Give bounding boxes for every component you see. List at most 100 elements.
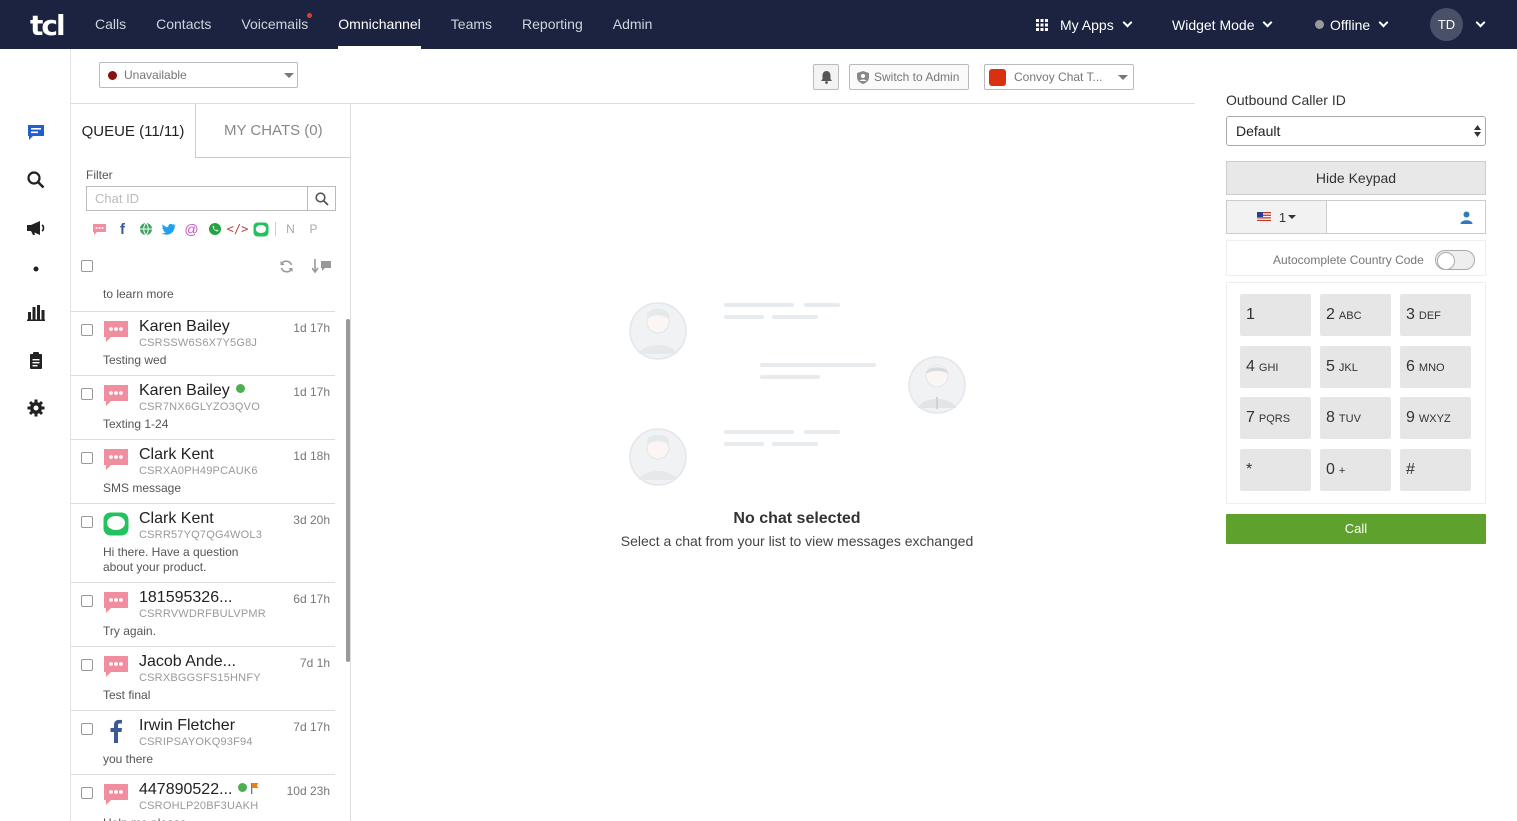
key-letters: WXYZ: [1418, 413, 1451, 425]
list-item[interactable]: Karen Bailey CSRSSW6S6X7Y5G8J Testing wed 1…: [71, 312, 335, 376]
nav-admin[interactable]: Admin: [598, 0, 668, 49]
row-checkbox[interactable]: [81, 659, 93, 671]
caller-id-select[interactable]: Default: [1226, 116, 1486, 146]
last-message: Testing wed: [103, 353, 167, 367]
row-checkbox[interactable]: [81, 452, 93, 464]
app-logo[interactable]: tcl: [30, 9, 66, 42]
key-1[interactable]: 1: [1240, 294, 1311, 336]
twitter-filter-icon[interactable]: [160, 223, 177, 236]
chat-id: CSRR57YQ7QG4WOL3: [139, 529, 263, 541]
dot-icon[interactable]: [26, 259, 46, 279]
empty-state-subtitle: Select a chat from your list to view mes…: [620, 533, 974, 549]
widget-mode-menu[interactable]: Widget Mode: [1172, 0, 1273, 49]
presence-menu[interactable]: Offline: [1315, 0, 1389, 49]
line-filter-icon[interactable]: [252, 222, 269, 237]
dial-keypad: 1 2 ABC 3 DEF 4 GHI 5 JKL 6 MNO 7 PQRS 8 TUV 9 WXYZ * 0 + #: [1226, 282, 1486, 504]
gear-icon[interactable]: [26, 398, 46, 418]
last-message: you there: [103, 752, 154, 766]
list-item[interactable]: 447890522... CSROHLP20BF3UAKH Help me plea…: [71, 775, 335, 821]
chat-id-input[interactable]: Chat ID: [86, 186, 307, 211]
country-code-select[interactable]: 1: [1227, 201, 1327, 233]
nav-teams[interactable]: Teams: [436, 0, 507, 49]
row-checkbox[interactable]: [81, 787, 93, 799]
chat-age: 7d 17h: [293, 720, 330, 734]
chevron-down-icon: [1475, 17, 1486, 28]
key-7[interactable]: 7 PQRS: [1240, 397, 1311, 439]
key-9[interactable]: 9 WXYZ: [1400, 397, 1471, 439]
web-filter-icon[interactable]: [137, 222, 154, 236]
notifications-button[interactable]: [813, 64, 839, 90]
key-star[interactable]: *: [1240, 449, 1311, 491]
bar-chart-icon[interactable]: [26, 302, 46, 322]
clipboard-icon[interactable]: [26, 350, 46, 370]
chat-icon[interactable]: [26, 122, 46, 142]
row-checkbox[interactable]: [81, 324, 93, 336]
p-filter-icon[interactable]: P: [305, 222, 322, 236]
contact-icon[interactable]: [1460, 211, 1473, 224]
select-all-checkbox[interactable]: [81, 260, 93, 272]
inbox-value: Convoy Chat T...: [1014, 70, 1103, 84]
list-item[interactable]: Jacob Ande... CSRXBGGSFS15HNFY Test final 7…: [71, 647, 335, 711]
nav-voicemails-label: Voicemails: [241, 16, 309, 32]
list-item[interactable]: Karen Bailey CSR7NX6GLYZO3QVO Texting 1-24…: [71, 376, 335, 440]
facebook-icon: [103, 719, 129, 743]
search-icon: [314, 191, 329, 206]
key-digit: 6: [1406, 358, 1415, 375]
row-checkbox[interactable]: [81, 516, 93, 528]
key-4[interactable]: 4 GHI: [1240, 346, 1311, 388]
us-flag-icon: [1256, 212, 1271, 222]
code-filter-icon[interactable]: </>: [227, 222, 249, 236]
key-2[interactable]: 2 ABC: [1320, 294, 1391, 336]
whatsapp-filter-icon[interactable]: [206, 222, 223, 236]
user-menu[interactable]: TD: [1430, 0, 1486, 49]
switch-to-admin-button[interactable]: Switch to Admin: [849, 64, 969, 90]
key-8[interactable]: 8 TUV: [1320, 397, 1391, 439]
refresh-icon[interactable]: [279, 259, 294, 279]
email-filter-icon[interactable]: @: [183, 221, 200, 237]
inbox-select[interactable]: Convoy Chat T...: [984, 64, 1134, 90]
contact-name: Clark Kent: [139, 510, 214, 527]
key-0[interactable]: 0 +: [1320, 449, 1391, 491]
call-button[interactable]: Call: [1226, 514, 1486, 544]
key-5[interactable]: 5 JKL: [1320, 346, 1391, 388]
chat-list-scrollbar[interactable]: [346, 319, 350, 662]
autocomplete-toggle[interactable]: [1435, 250, 1475, 270]
agent-status-select[interactable]: Unavailable: [99, 62, 298, 88]
tab-queue[interactable]: QUEUE (11/11): [71, 104, 196, 158]
sms-icon: [103, 384, 129, 408]
list-item[interactable]: Clark Kent CSRXA0PH49PCAUK6 SMS message 1d …: [71, 440, 335, 504]
facebook-filter-icon[interactable]: f: [114, 221, 131, 238]
key-hash[interactable]: #: [1400, 449, 1471, 491]
nav-voicemails[interactable]: Voicemails: [226, 0, 323, 49]
phone-number-input[interactable]: [1328, 201, 1460, 233]
last-message: Try again.: [103, 624, 156, 638]
row-checkbox[interactable]: [81, 388, 93, 400]
nav-omnichannel[interactable]: Omnichannel: [323, 0, 436, 49]
nav-contacts[interactable]: Contacts: [141, 0, 226, 49]
megaphone-icon[interactable]: [26, 218, 46, 238]
row-checkbox[interactable]: [81, 723, 93, 735]
list-item[interactable]: 181595326... CSRRVWDRFBULVPMR Try again. 6d…: [71, 583, 335, 647]
my-apps-menu[interactable]: My Apps: [1036, 0, 1133, 49]
main-nav: Calls Contacts Voicemails Omnichannel Te…: [80, 0, 667, 49]
key-digit: 9: [1406, 409, 1415, 426]
filter-search-button[interactable]: [307, 186, 336, 211]
row-checkbox[interactable]: [81, 595, 93, 607]
key-3[interactable]: 3 DEF: [1400, 294, 1471, 336]
key-digit: 1: [1246, 306, 1255, 323]
list-item[interactable]: Irwin Fletcher CSRIPSAYOKQ93F94 you there 7…: [71, 711, 335, 775]
sort-icon[interactable]: [311, 259, 332, 279]
nav-reporting[interactable]: Reporting: [507, 0, 598, 49]
widget-mode-label: Widget Mode: [1172, 16, 1255, 33]
tab-my-chats[interactable]: MY CHATS (0) +: [196, 104, 350, 158]
filter-label: Filter: [86, 168, 113, 182]
search-icon[interactable]: [26, 170, 46, 190]
list-item[interactable]: Clark Kent CSRR57YQ7QG4WOL3 Hi there. Have…: [71, 504, 335, 583]
key-letters: PQRS: [1258, 413, 1291, 425]
nav-calls[interactable]: Calls: [80, 0, 141, 49]
key-6[interactable]: 6 MNO: [1400, 346, 1471, 388]
sms-filter-icon[interactable]: [91, 223, 108, 236]
chat-age: 3d 20h: [293, 513, 330, 527]
hide-keypad-button[interactable]: Hide Keypad: [1226, 161, 1486, 195]
n-filter-icon[interactable]: N: [282, 222, 299, 236]
